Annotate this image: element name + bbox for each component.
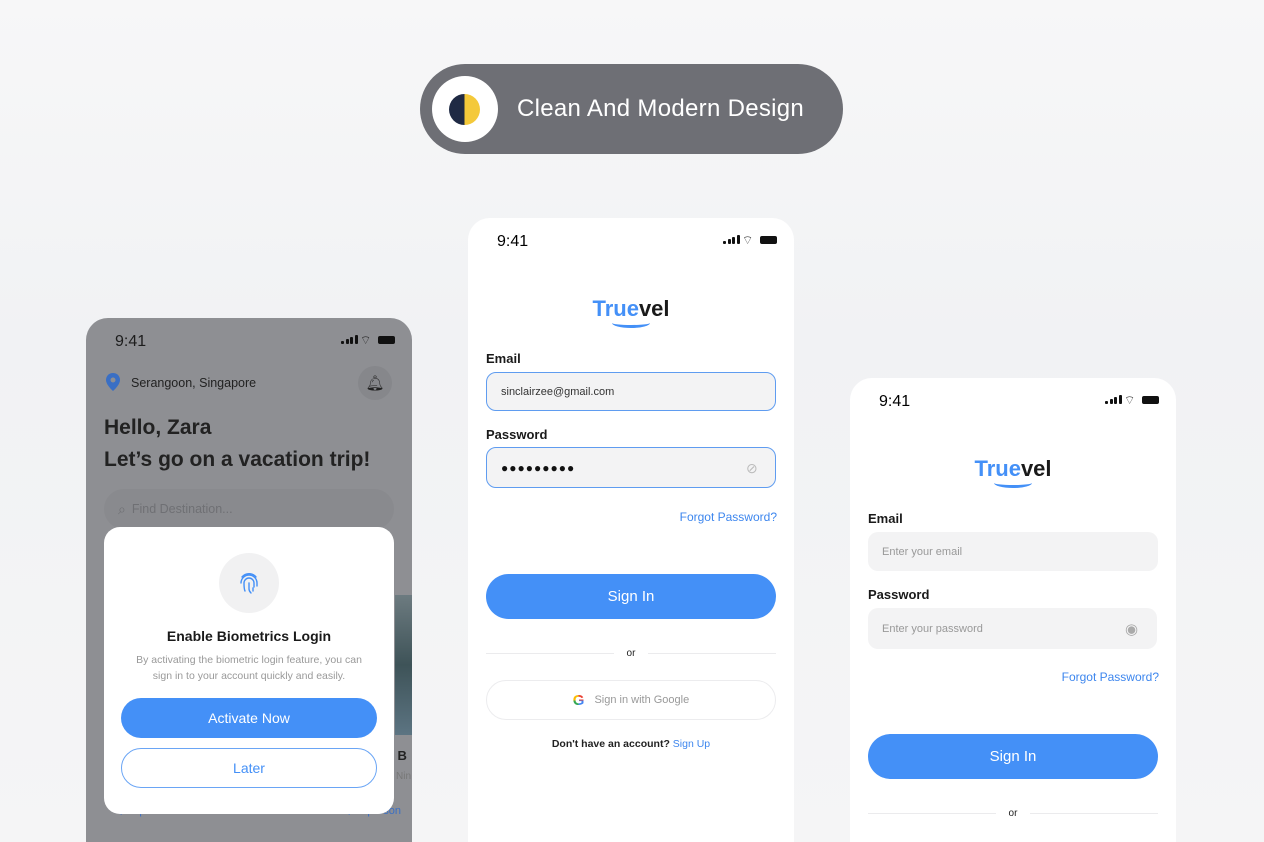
wifi-icon: ⌔ — [742, 233, 754, 247]
subtitle: Let’s go on a vacation trip! — [104, 448, 371, 471]
sign-in-empty-phone: 9:41 ⌔ Truevel Email Enter your email Pa… — [850, 378, 1176, 842]
sign-in-button[interactable]: Sign In — [486, 574, 776, 619]
location-text: Serangoon, Singapore — [131, 376, 257, 390]
divider — [1030, 813, 1158, 814]
status-time: 9:41 — [497, 233, 529, 250]
biometrics-modal: Enable Biometrics Login By activating th… — [104, 527, 394, 814]
modal-title: Enable Biometrics Login — [166, 628, 332, 644]
battery-icon — [1142, 396, 1159, 404]
battery-icon — [378, 336, 395, 344]
signal-icon — [341, 335, 358, 344]
destination-card-image[interactable] — [395, 595, 412, 735]
modal-description: By activating the biometric login featur… — [136, 654, 362, 682]
battery-icon — [760, 236, 777, 244]
eye-icon[interactable]: ◉ — [1125, 620, 1138, 638]
email-input[interactable]: sinclairzee@gmail.com — [486, 372, 776, 411]
card-subtitle-fragment: Nin — [396, 771, 412, 782]
forgot-password-link[interactable]: Forgot Password? — [1062, 670, 1159, 684]
later-button[interactable]: Later — [121, 748, 377, 788]
password-input[interactable]: Enter your password — [868, 608, 1157, 649]
email-label: Email — [868, 511, 903, 526]
sign-in-filled-phone: 9:41 ⌔ Truevel Email sinclairzee@gmail.c… — [468, 218, 794, 842]
password-label: Password — [868, 587, 930, 602]
banner-text: Clean And Modern Design — [517, 95, 805, 122]
sign-in-button[interactable]: Sign In — [868, 734, 1158, 779]
status-time: 9:41 — [879, 393, 911, 410]
banner-pill: Clean And Modern Design — [420, 64, 843, 154]
sign-up-link[interactable]: Sign Up — [673, 738, 710, 750]
activate-now-button[interactable]: Activate Now — [121, 698, 377, 738]
fingerprint-badge — [219, 553, 279, 613]
eye-off-icon[interactable]: ⊘ — [746, 460, 758, 477]
greeting: Hello, Zara — [104, 416, 212, 439]
divider — [648, 653, 776, 654]
google-icon: G — [572, 691, 585, 709]
wifi-icon: ⌔ — [1124, 393, 1136, 407]
notification-bell-button[interactable]: 🔔︎ — [358, 366, 392, 400]
status-time: 9:41 — [115, 333, 147, 350]
password-input[interactable]: ●●●●●●●●● — [486, 447, 776, 488]
signal-icon — [1105, 395, 1122, 404]
search-icon: ⌕ — [118, 500, 126, 517]
forgot-password-link[interactable]: Forgot Password? — [680, 510, 777, 524]
location-pin-icon — [106, 373, 120, 391]
logo-smile — [994, 478, 1032, 488]
email-input[interactable]: Enter your email — [868, 532, 1158, 571]
password-label: Password — [486, 427, 548, 442]
moon-icon-badge — [432, 76, 498, 142]
email-label: Email — [486, 351, 521, 366]
fingerprint-icon — [240, 573, 258, 594]
signal-icon — [723, 235, 740, 244]
google-sign-in-button[interactable]: G Sign in with Google — [486, 680, 776, 720]
logo-smile — [612, 318, 650, 328]
moon-icon — [449, 94, 480, 125]
sign-up-prompt: Don't have an account? Sign Up — [551, 738, 711, 750]
bell-icon: 🔔︎ — [365, 375, 385, 392]
search-input[interactable]: ⌕ Find Destination... — [104, 489, 394, 529]
wifi-icon: ⌔ — [360, 333, 372, 347]
